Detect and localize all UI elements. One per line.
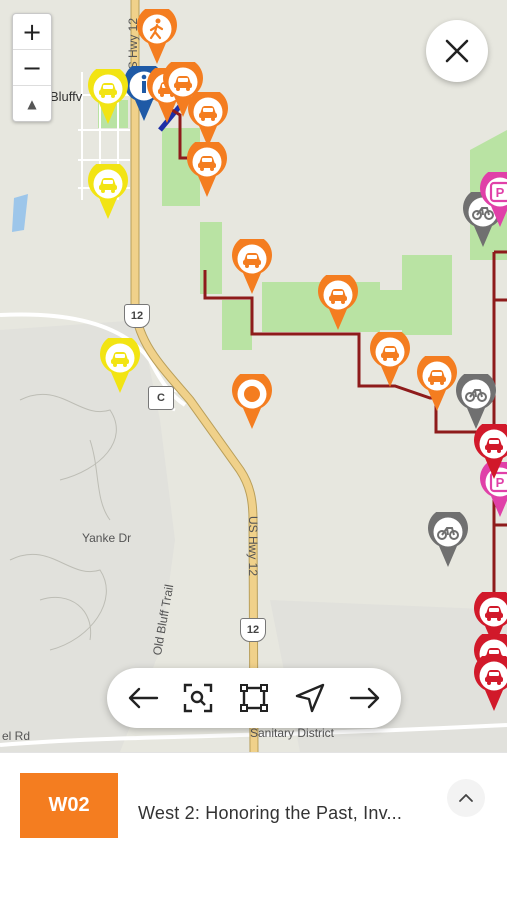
zoom-out-button[interactable]: − — [13, 49, 51, 85]
arrow-right-icon — [349, 686, 381, 710]
walk-pin-icon — [137, 9, 177, 65]
county-c-shield: C — [148, 386, 174, 410]
zoom-to-stop-button[interactable] — [176, 676, 220, 720]
car-pin-icon — [88, 69, 128, 125]
route-code-badge: W02 — [20, 773, 118, 838]
bike-marker[interactable] — [428, 512, 468, 568]
car-marker[interactable] — [318, 275, 358, 331]
selected-pin-icon — [232, 374, 272, 430]
car-pin-icon — [417, 356, 457, 412]
zoom-in-button[interactable]: + — [13, 14, 51, 49]
car-pin-icon — [232, 239, 272, 295]
car-pin-icon — [88, 164, 128, 220]
arrow-left-icon — [127, 686, 159, 710]
car-marker[interactable] — [187, 142, 227, 198]
bike-pin-icon — [428, 512, 468, 568]
town-label: Bluffv — [50, 89, 82, 104]
route-title[interactable]: West 2: Honoring the Past, Inv... — [138, 803, 402, 824]
car-pin-icon — [187, 142, 227, 198]
us12-shield: 12 — [240, 618, 266, 642]
car-marker[interactable] — [232, 239, 272, 295]
car-marker[interactable] — [88, 69, 128, 125]
map-view[interactable]: Bluffv US Hwy 12 US Hwy 12 Yanke Dr Old … — [0, 0, 507, 752]
chevron-up-icon — [458, 793, 474, 803]
svg-text:P: P — [496, 185, 505, 200]
parking-marker[interactable]: P — [480, 172, 507, 228]
locate-icon — [294, 682, 326, 714]
zoom-control: + − ▲ — [12, 13, 52, 122]
my-location-button[interactable] — [288, 676, 332, 720]
parking-pin-icon: P — [480, 172, 507, 228]
compass-icon: ▲ — [27, 99, 36, 109]
car-marker[interactable] — [88, 164, 128, 220]
compass-button[interactable]: ▲ — [13, 85, 51, 121]
bike-pin-icon — [456, 374, 496, 430]
previous-stop-button[interactable] — [121, 676, 165, 720]
car-marker[interactable] — [188, 92, 228, 148]
place-label-sanitary: Sanitary District — [250, 726, 334, 740]
car-pin-icon — [370, 332, 410, 388]
car-marker[interactable] — [474, 656, 507, 712]
car-pin-icon — [100, 338, 140, 394]
walk-marker[interactable] — [137, 9, 177, 65]
close-button[interactable] — [426, 20, 488, 82]
fit-bounds-icon — [239, 683, 269, 713]
selected-marker[interactable] — [232, 374, 272, 430]
car-marker[interactable] — [370, 332, 410, 388]
us12-shield: 12 — [124, 304, 150, 328]
expand-panel-button[interactable] — [447, 779, 485, 817]
car-pin-icon — [474, 656, 507, 712]
car-pin-icon — [474, 424, 507, 480]
road-label-yanke: Yanke Dr — [82, 531, 131, 545]
car-pin-icon — [188, 92, 228, 148]
car-pin-icon — [318, 275, 358, 331]
highway-label-south: US Hwy 12 — [246, 516, 260, 576]
car-marker[interactable] — [474, 424, 507, 480]
next-stop-button[interactable] — [343, 676, 387, 720]
map-toolbar — [107, 668, 401, 728]
fit-route-button[interactable] — [232, 676, 276, 720]
car-marker[interactable] — [417, 356, 457, 412]
route-panel[interactable]: W02 West 2: Honoring the Past, Inv... — [0, 752, 507, 901]
close-icon — [444, 38, 470, 64]
road-label-el-rd: el Rd — [2, 729, 30, 743]
zoom-search-icon — [183, 683, 213, 713]
car-marker[interactable] — [100, 338, 140, 394]
bike-marker[interactable] — [456, 374, 496, 430]
